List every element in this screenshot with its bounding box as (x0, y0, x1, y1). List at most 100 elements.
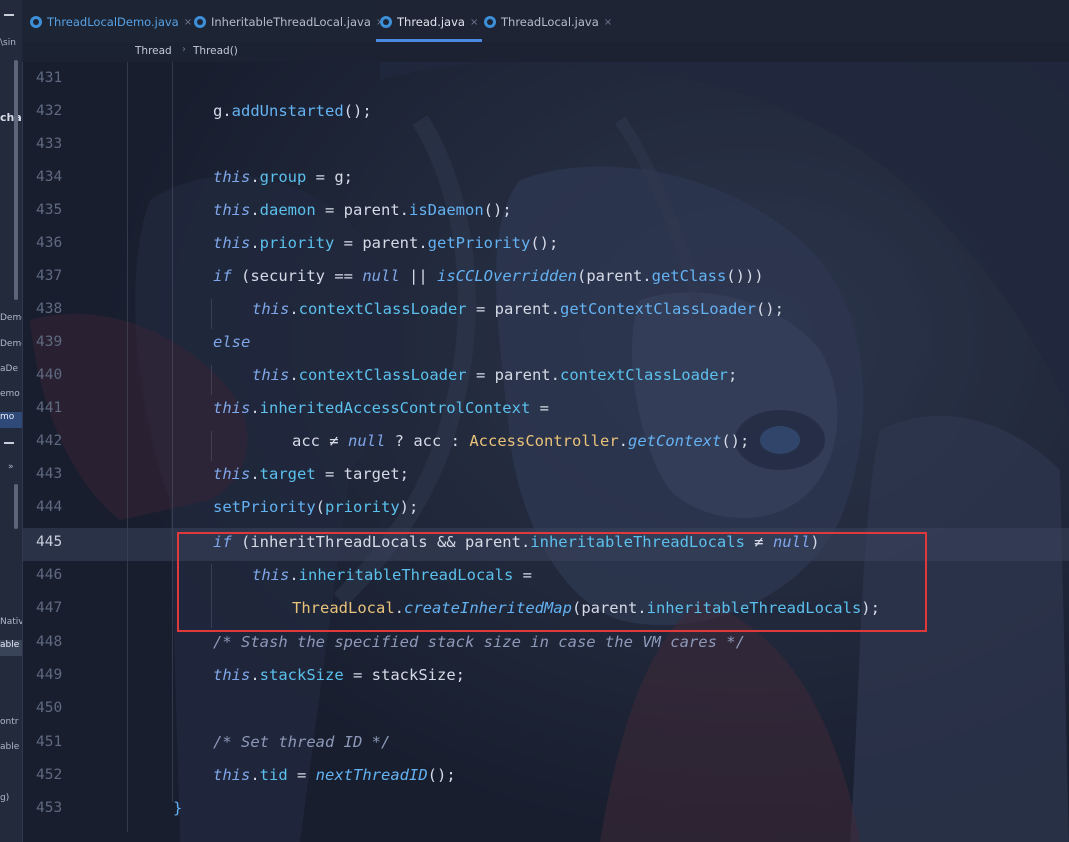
tab-inheritablethreadlocal[interactable]: InheritableThreadLocal.java × (194, 8, 384, 36)
panel-item-selected[interactable]: mo (0, 412, 22, 428)
line-number: 447 (36, 600, 63, 616)
code-comment: /* Set thread ID */ (213, 733, 391, 751)
line-number: 440 (36, 367, 63, 383)
code-text: this.daemon = parent.isDaemon(); (213, 201, 512, 219)
code-line[interactable]: 449 this.stackSize = stackSize; (22, 661, 1069, 694)
tab-label: ThreadLocal.java (501, 15, 599, 29)
line-number: 439 (36, 334, 63, 350)
code-line[interactable]: 444 setPriority(priority); (22, 493, 1069, 526)
code-line[interactable]: 452 this.tid = nextThreadID(); (22, 761, 1069, 794)
code-text: else (213, 333, 251, 351)
tab-threadlocaldemo[interactable]: ThreadLocalDemo.java × (30, 8, 192, 36)
line-number: 433 (36, 136, 63, 152)
code-text: g.addUnstarted(); (213, 102, 372, 120)
highlight-annotation-box (177, 532, 927, 632)
line-number: 441 (36, 400, 63, 416)
code-line[interactable]: 453 } (22, 794, 1069, 827)
code-text: this.tid = nextThreadID(); (213, 766, 456, 784)
breadcrumb: Thread › Thread() (22, 42, 1069, 62)
code-text: acc ≠ null ? acc : AccessController.getC… (292, 432, 750, 450)
code-line[interactable]: 437 if (security == null || isCCLOverrid… (22, 262, 1069, 295)
line-number: 449 (36, 667, 63, 683)
code-line[interactable]: 448 /* Stash the specified stack size in… (22, 628, 1069, 661)
line-number: 435 (36, 202, 63, 218)
tab-threadlocal[interactable]: ThreadLocal.java × (484, 8, 612, 36)
panel-item[interactable]: g) (0, 793, 22, 803)
panel-item-selected[interactable]: able (0, 640, 22, 656)
code-line[interactable]: 431 (22, 64, 1069, 97)
line-number: 436 (36, 235, 63, 251)
code-line[interactable]: 433 (22, 130, 1069, 163)
line-number: 452 (36, 767, 63, 783)
code-text: this.contextClassLoader = parent.getCont… (252, 300, 784, 318)
code-line[interactable]: 432 g.addUnstarted(); (22, 97, 1069, 130)
line-number: 453 (36, 800, 63, 816)
code-line[interactable]: 443 this.target = target; (22, 460, 1069, 493)
tab-label: ThreadLocalDemo.java (47, 15, 179, 29)
line-number: 446 (36, 567, 63, 583)
line-number: 448 (36, 634, 63, 650)
editor-tab-bar: ThreadLocalDemo.java × InheritableThread… (22, 0, 1069, 43)
panel-scrollbar[interactable] (14, 60, 18, 300)
panel-item[interactable]: Native (0, 617, 22, 627)
line-number: 444 (36, 499, 63, 515)
project-panel-sliver[interactable]: \sin cha Demo Demo aDe emo mo » Native a… (0, 0, 23, 842)
code-line[interactable]: 439 else (22, 328, 1069, 361)
panel-item[interactable]: aDe (0, 364, 22, 374)
code-line[interactable]: 436 this.priority = parent.getPriority()… (22, 229, 1069, 262)
code-editor[interactable]: 431 432 g.addUnstarted(); 433 434 this.g… (22, 62, 1069, 842)
code-line[interactable]: 451 /* Set thread ID */ (22, 728, 1069, 761)
panel-scrollbar[interactable] (14, 484, 18, 529)
line-number: 434 (36, 169, 63, 185)
close-icon[interactable]: × (604, 17, 612, 28)
expand-icon[interactable]: » (8, 462, 22, 472)
code-line[interactable]: 435 this.daemon = parent.isDaemon(); (22, 196, 1069, 229)
code-text: this.priority = parent.getPriority(); (213, 234, 559, 252)
code-text: this.contextClassLoader = parent.context… (252, 366, 738, 384)
code-line[interactable]: 441 this.inheritedAccessControlContext = (22, 394, 1069, 427)
java-class-icon (194, 16, 206, 28)
panel-item[interactable]: cha (0, 111, 22, 124)
tab-label: InheritableThreadLocal.java (211, 15, 371, 29)
breadcrumb-item-method[interactable]: Thread() (193, 45, 238, 57)
line-number: 438 (36, 301, 63, 317)
code-line[interactable]: 450 (22, 694, 1069, 727)
java-class-icon (30, 16, 42, 28)
collapse-icon[interactable] (4, 442, 14, 444)
code-text: this.group = g; (213, 168, 354, 186)
line-number: 445 (36, 534, 63, 550)
close-icon[interactable]: × (470, 17, 478, 28)
code-text: this.stackSize = stackSize; (213, 666, 465, 684)
code-comment: /* Stash the specified stack size in cas… (213, 633, 745, 651)
panel-item[interactable]: able (0, 742, 22, 752)
close-icon[interactable]: × (184, 17, 192, 28)
panel-item[interactable]: ontr (0, 717, 22, 727)
code-line[interactable]: 434 this.group = g; (22, 163, 1069, 196)
panel-item[interactable]: emo (0, 389, 22, 399)
panel-item[interactable]: Demo (0, 313, 22, 323)
line-number: 451 (36, 734, 63, 750)
java-class-icon (380, 16, 392, 28)
code-line[interactable]: 440 this.contextClassLoader = parent.con… (22, 361, 1069, 394)
code-text: this.target = target; (213, 465, 409, 483)
line-number: 450 (36, 700, 63, 716)
java-class-icon (484, 16, 496, 28)
collapse-icon[interactable] (4, 14, 14, 16)
code-text: this.inheritedAccessControlContext = (213, 399, 549, 417)
tab-label: Thread.java (397, 15, 465, 29)
line-number: 432 (36, 103, 63, 119)
chevron-right-icon: › (182, 44, 186, 55)
code-text: setPriority(priority); (213, 498, 419, 516)
code-line[interactable]: 438 this.contextClassLoader = parent.get… (22, 295, 1069, 328)
tab-thread[interactable]: Thread.java × (375, 8, 483, 42)
code-line[interactable]: 442 acc ≠ null ? acc : AccessController.… (22, 427, 1069, 460)
panel-item: \sin (0, 38, 16, 48)
panel-item[interactable]: Demo (0, 339, 22, 349)
line-number: 442 (36, 433, 63, 449)
line-number: 437 (36, 268, 63, 284)
code-text: if (security == null || isCCLOverridden(… (213, 267, 764, 285)
code-text: } (173, 799, 183, 817)
line-number: 443 (36, 466, 63, 482)
breadcrumb-item-class[interactable]: Thread (135, 45, 172, 57)
line-number: 431 (36, 70, 63, 86)
